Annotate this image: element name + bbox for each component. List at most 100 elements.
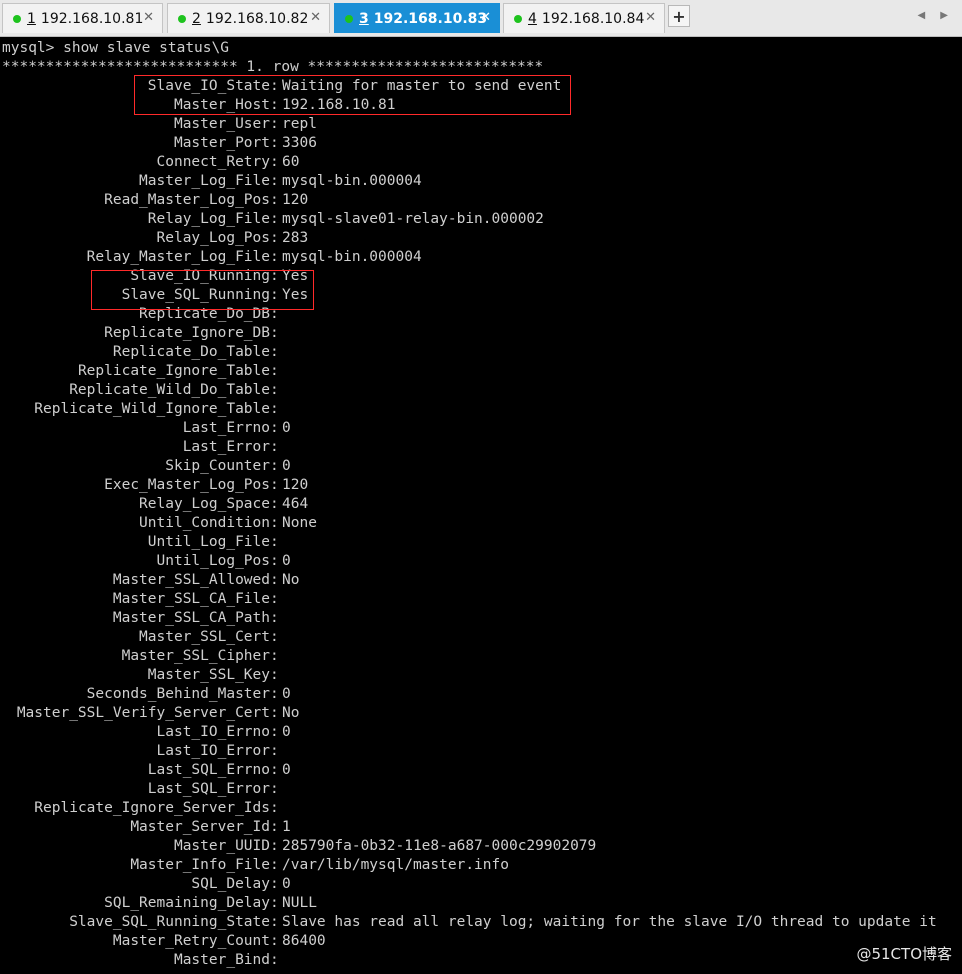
status-row: Master_UUID:285790fa-0b32-11e8-a687-000c… [0,837,962,856]
tab-number: 3 [359,10,369,27]
status-key: Replicate_Ignore_Table [77,363,270,379]
status-dot-icon [178,14,186,23]
status-key: Master_Bind [173,952,270,968]
status-key: Last_SQL_Errno [147,762,270,778]
key-separator: : [270,724,279,740]
status-value: 0 [282,762,291,778]
tab-session-3[interactable]: 3 192.168.10.83 ✕ [334,3,500,33]
status-key: Connect_Retry [156,154,271,170]
status-value: No [282,572,300,588]
status-value: mysql-bin.000004 [282,249,422,265]
status-row: Master_Server_Id:1 [0,818,962,837]
status-row: Until_Log_File: [0,533,962,552]
close-icon[interactable]: ✕ [310,10,321,25]
status-row: Last_IO_Errno:0 [0,723,962,742]
status-key: Last_IO_Errno [156,724,271,740]
key-separator: : [270,743,279,759]
status-value: 464 [282,496,309,512]
status-key: SQL_Remaining_Delay [104,895,270,911]
status-key: Replicate_Wild_Do_Table [69,382,270,398]
status-row: Master_Bind: [0,951,962,970]
status-row: Replicate_Ignore_Table: [0,362,962,381]
key-separator: : [270,325,279,341]
key-separator: : [270,230,279,246]
key-separator: : [270,857,279,873]
status-key: Master_Server_Id [130,819,270,835]
tab-label: 192.168.10.81 [40,10,144,27]
status-row: Master_Info_File:/var/lib/mysql/master.i… [0,856,962,875]
status-value: 283 [282,230,309,246]
add-tab-button[interactable]: + [668,5,690,27]
status-key: Master_SSL_Cert [139,629,270,645]
status-value: mysql-slave01-relay-bin.000002 [282,211,544,227]
close-icon[interactable]: ✕ [645,10,656,25]
status-row: Master_SSL_Verify_Server_Cert: No [0,704,962,723]
key-separator: : [270,572,279,588]
key-separator: : [270,800,279,816]
key-separator: : [270,610,279,626]
status-row: Replicate_Ignore_DB: [0,324,962,343]
status-key: Seconds_Behind_Master [86,686,270,702]
close-icon[interactable]: ✕ [480,10,491,25]
status-row: Master_SSL_CA_File: [0,590,962,609]
key-separator: : [270,249,279,265]
status-key: Skip_Counter [165,458,270,474]
status-value: 0 [282,458,291,474]
key-separator: : [270,173,279,189]
status-row: Connect_Retry:60 [0,153,962,172]
key-separator: : [270,154,279,170]
status-row: Skip_Counter:0 [0,457,962,476]
status-row: Slave_SQL_Running_State: Slave has read a… [0,913,962,932]
tab-session-2[interactable]: 2 192.168.10.82 ✕ [167,3,330,33]
tab-bar: 1 192.168.10.81 ✕ 2 192.168.10.82 ✕ 3 19… [0,0,962,37]
tab-session-1[interactable]: 1 192.168.10.81 ✕ [2,3,163,33]
status-value: 60 [282,154,300,170]
status-value: 0 [282,420,291,436]
status-key: Replicate_Wild_Ignore_Table [34,401,270,417]
status-value: Slave has read all relay log; waiting fo… [282,914,937,930]
status-value: 3306 [282,135,317,151]
key-separator: : [270,420,279,436]
key-separator: : [270,211,279,227]
status-value: None [282,515,317,531]
key-separator: : [270,667,279,683]
status-row: Master_SSL_Key: [0,666,962,685]
status-row: Master_SSL_CA_Path: [0,609,962,628]
status-value: 120 [282,477,309,493]
status-key: Read_Master_Log_Pos [104,192,270,208]
key-separator: : [270,192,279,208]
status-row: Until_Log_Pos:0 [0,552,962,571]
status-row: Master_User: repl [0,115,962,134]
status-key: Last_SQL_Error [147,781,270,797]
status-row: Last_SQL_Errno:0 [0,761,962,780]
status-row: Seconds_Behind_Master:0 [0,685,962,704]
status-row: Read_Master_Log_Pos:120 [0,191,962,210]
status-row: Last_SQL_Error: [0,780,962,799]
key-separator: : [270,344,279,360]
status-value: 0 [282,876,291,892]
key-separator: : [270,382,279,398]
status-row: Relay_Log_Space:464 [0,495,962,514]
status-row: Master_Log_File: mysql-bin.000004 [0,172,962,191]
key-separator: : [270,591,279,607]
tab-scroll-arrows-icon[interactable]: ◀ ▶ [917,10,954,21]
terminal-output[interactable]: mysql> show slave status\G *************… [0,37,962,974]
status-row: Relay_Log_Pos:283 [0,229,962,248]
key-separator: : [270,439,279,455]
status-key: Until_Condition [139,515,270,531]
status-key: Master_Log_File [139,173,270,189]
status-row: Master_SSL_Allowed: No [0,571,962,590]
status-key: SQL_Delay [191,876,270,892]
key-separator: : [270,135,279,151]
status-key: Master_SSL_Verify_Server_Cert [16,705,270,721]
tab-session-4[interactable]: 4 192.168.10.84 ✕ [503,3,665,33]
status-row: Last_Error: [0,438,962,457]
key-separator: : [270,363,279,379]
key-separator: : [270,914,279,930]
key-separator: : [270,648,279,664]
close-icon[interactable]: ✕ [143,10,154,25]
status-key: Relay_Log_Space [139,496,270,512]
status-dot-icon [13,14,21,23]
status-dot-icon [345,14,353,23]
status-key: Master_SSL_Key [147,667,270,683]
